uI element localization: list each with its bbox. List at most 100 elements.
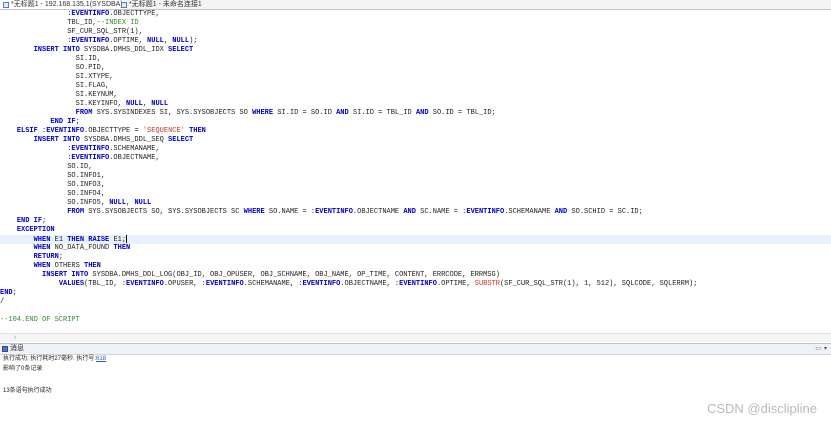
code-line[interactable]: TBL_ID,--INDEX ID [0,19,831,28]
minimize-panel-icon[interactable]: ▭ [815,344,821,354]
code-text: SO.PID, [0,64,106,72]
code-line[interactable]: SO.INFO3, [0,181,831,190]
code-line[interactable]: / [0,298,831,307]
code-text: .OBJECTNAME [352,208,404,216]
sql-file-icon [121,1,127,8]
sql-keyword: NULL [151,100,169,108]
code-text: SO.NAME = : [264,208,316,216]
sql-comment: --104.END OF SCRIPT [0,316,80,324]
code-line[interactable]: :EVENTINFO.OPTIME, NULL, NULL); [0,37,831,46]
sql-keyword: THEN [113,244,131,252]
code-line[interactable]: SI.ID, [0,55,831,64]
tab-unnamed-connection[interactable]: *无标题1 - 未命名连接1 [118,0,205,9]
sql-keyword: EVENTINFO [315,208,353,216]
horizontal-scrollbar[interactable]: ‹ [0,333,831,342]
code-line[interactable]: INSERT INTO SYSDBA.DMHS_DDL_IDX SELECT [0,46,831,55]
scroll-left-icon[interactable]: ‹ [14,334,16,342]
code-text: : [0,154,72,162]
tab-sysdba-connection[interactable]: *无标题1 - 192.168.135.1(SYSDBA) [0,0,126,9]
code-line[interactable]: --104.END OF SCRIPT [0,316,831,325]
code-line[interactable]: :EVENTINFO.SCHEMANAME, [0,145,831,154]
sql-keyword: AND [336,109,349,117]
code-text: ; [42,217,47,225]
sql-keyword: EVENTINFO [46,127,85,135]
code-line[interactable]: END; [0,289,831,298]
messages-panel-title[interactable]: 消息 [10,344,24,354]
sql-keyword: WHERE [243,208,265,216]
code-line[interactable]: SF_CUR_SQL_STR(1), [0,28,831,37]
code-line[interactable]: :EVENTINFO.OBJECTTYPE, [0,10,831,19]
code-text: .OPUSER, : [163,280,206,288]
code-line[interactable]: :EVENTINFO.OBJECTNAME, [0,154,831,163]
sql-editor[interactable]: :EVENTINFO.OBJECTTYPE, TBL_ID,--INDEX ID… [0,10,831,340]
code-line[interactable]: EXCEPTION [0,226,831,235]
code-text: .OBJECTNAME, : [340,280,400,288]
code-text: ; [75,118,80,126]
code-text: SI.ID, [0,55,101,63]
text-cursor [126,235,128,243]
tab-label: *无标题1 - 192.168.135.1(SYSDBA) [11,1,123,8]
watermark: CSDN @disclipline [706,401,817,416]
sql-keyword: NULL [147,37,164,45]
sql-keyword: END [0,289,13,297]
tab-label: *无标题1 - 未命名连接1 [129,1,202,8]
code-line[interactable]: FROM SYS.SYSINDEXES SI, SYS.SYSOBJECTS S… [0,109,831,118]
sql-keyword: NULL [172,37,190,45]
code-line[interactable]: SO.ID, [0,163,831,172]
code-line[interactable]: ELSIF :EVENTINFO.OBJECTTYPE = 'SEQUENCE'… [0,127,831,136]
sql-keyword: WHEN [33,262,51,270]
code-line[interactable]: END IF; [0,217,831,226]
sql-keyword: END IF [16,217,43,225]
sql-keyword: RETURN [33,253,59,261]
code-text: SO.INFO1, [0,172,106,180]
sql-keyword: THEN RAISE [67,235,110,244]
code-line[interactable]: WHEN E1 THEN RAISE E1; [0,235,831,244]
code-line[interactable]: SI.KEYINFO, NULL, NULL [0,100,831,109]
code-line[interactable]: INSERT INTO SYSDBA.DMHS_DDL_LOG(OBJ_ID, … [0,271,831,280]
code-text: SF_CUR_SQL_STR(1), [0,28,143,36]
exec-number-link[interactable]: 618 [96,356,106,362]
code-text: (TBL_ID, : [84,280,127,288]
sql-keyword: EVENTINFO [71,10,110,18]
code-line[interactable]: SO.PID, [0,64,831,73]
sql-keyword: WHEN [33,244,51,252]
code-text: : [0,145,72,153]
code-text: : [37,127,47,135]
sql-keyword: INSERT INTO [42,271,89,279]
sql-keyword: AND [415,109,429,117]
code-line[interactable]: WHEN OTHERS THEN [0,262,831,271]
code-line[interactable]: RETURN; [0,253,831,262]
code-text: SYSDBA.DMHS_DDL_SEQ [79,136,169,144]
exec-status-line: 执行成功, 执行耗时27毫秒. 执行号:618 [3,355,106,363]
code-line[interactable]: SI.XTYPE, [0,73,831,82]
code-line[interactable]: INSERT INTO SYSDBA.DMHS_DDL_SEQ SELECT [0,136,831,145]
code-line[interactable]: END IF; [0,118,831,127]
code-text: SI.ID = SO.ID [273,109,337,117]
sql-keyword: EVENTINFO [399,280,437,288]
code-line[interactable] [0,307,831,316]
sql-keyword: THEN [189,127,206,135]
sql-keyword: EVENTINFO [71,37,110,45]
sql-keyword: FROM [75,109,93,117]
code-text: .SCHEMANAME, : [243,280,303,288]
panel-menu-icon[interactable]: ▾ [824,344,827,354]
sql-keyword: AND [403,208,416,216]
code-line[interactable]: FROM SYS.SYSOBJECTS SO, SYS.SYSOBJECTS S… [0,208,831,217]
code-line[interactable]: SI.KEYNUM, [0,91,831,100]
code-line[interactable]: SO.INFO4, [0,190,831,199]
code-text: E1; [109,235,127,244]
sql-string: 'SEQUENCE' [142,127,185,135]
code-line[interactable]: VALUES(TBL_ID, :EVENTINFO.OPUSER, :EVENT… [0,280,831,289]
sql-keyword: EVENTINFO [126,280,164,288]
code-line[interactable]: SO.INFO5, NULL, NULL [0,199,831,208]
code-text: .OBJECTTYPE = [84,127,143,135]
code-line[interactable]: WHEN NO_DATA_FOUND THEN [0,244,831,253]
code-line[interactable]: SI.FLAG, [0,82,831,91]
code-line[interactable]: SO.INFO1, [0,172,831,181]
code-text: .SCHEMANAME, [109,145,160,153]
sql-keyword: ELSIF [16,127,38,135]
